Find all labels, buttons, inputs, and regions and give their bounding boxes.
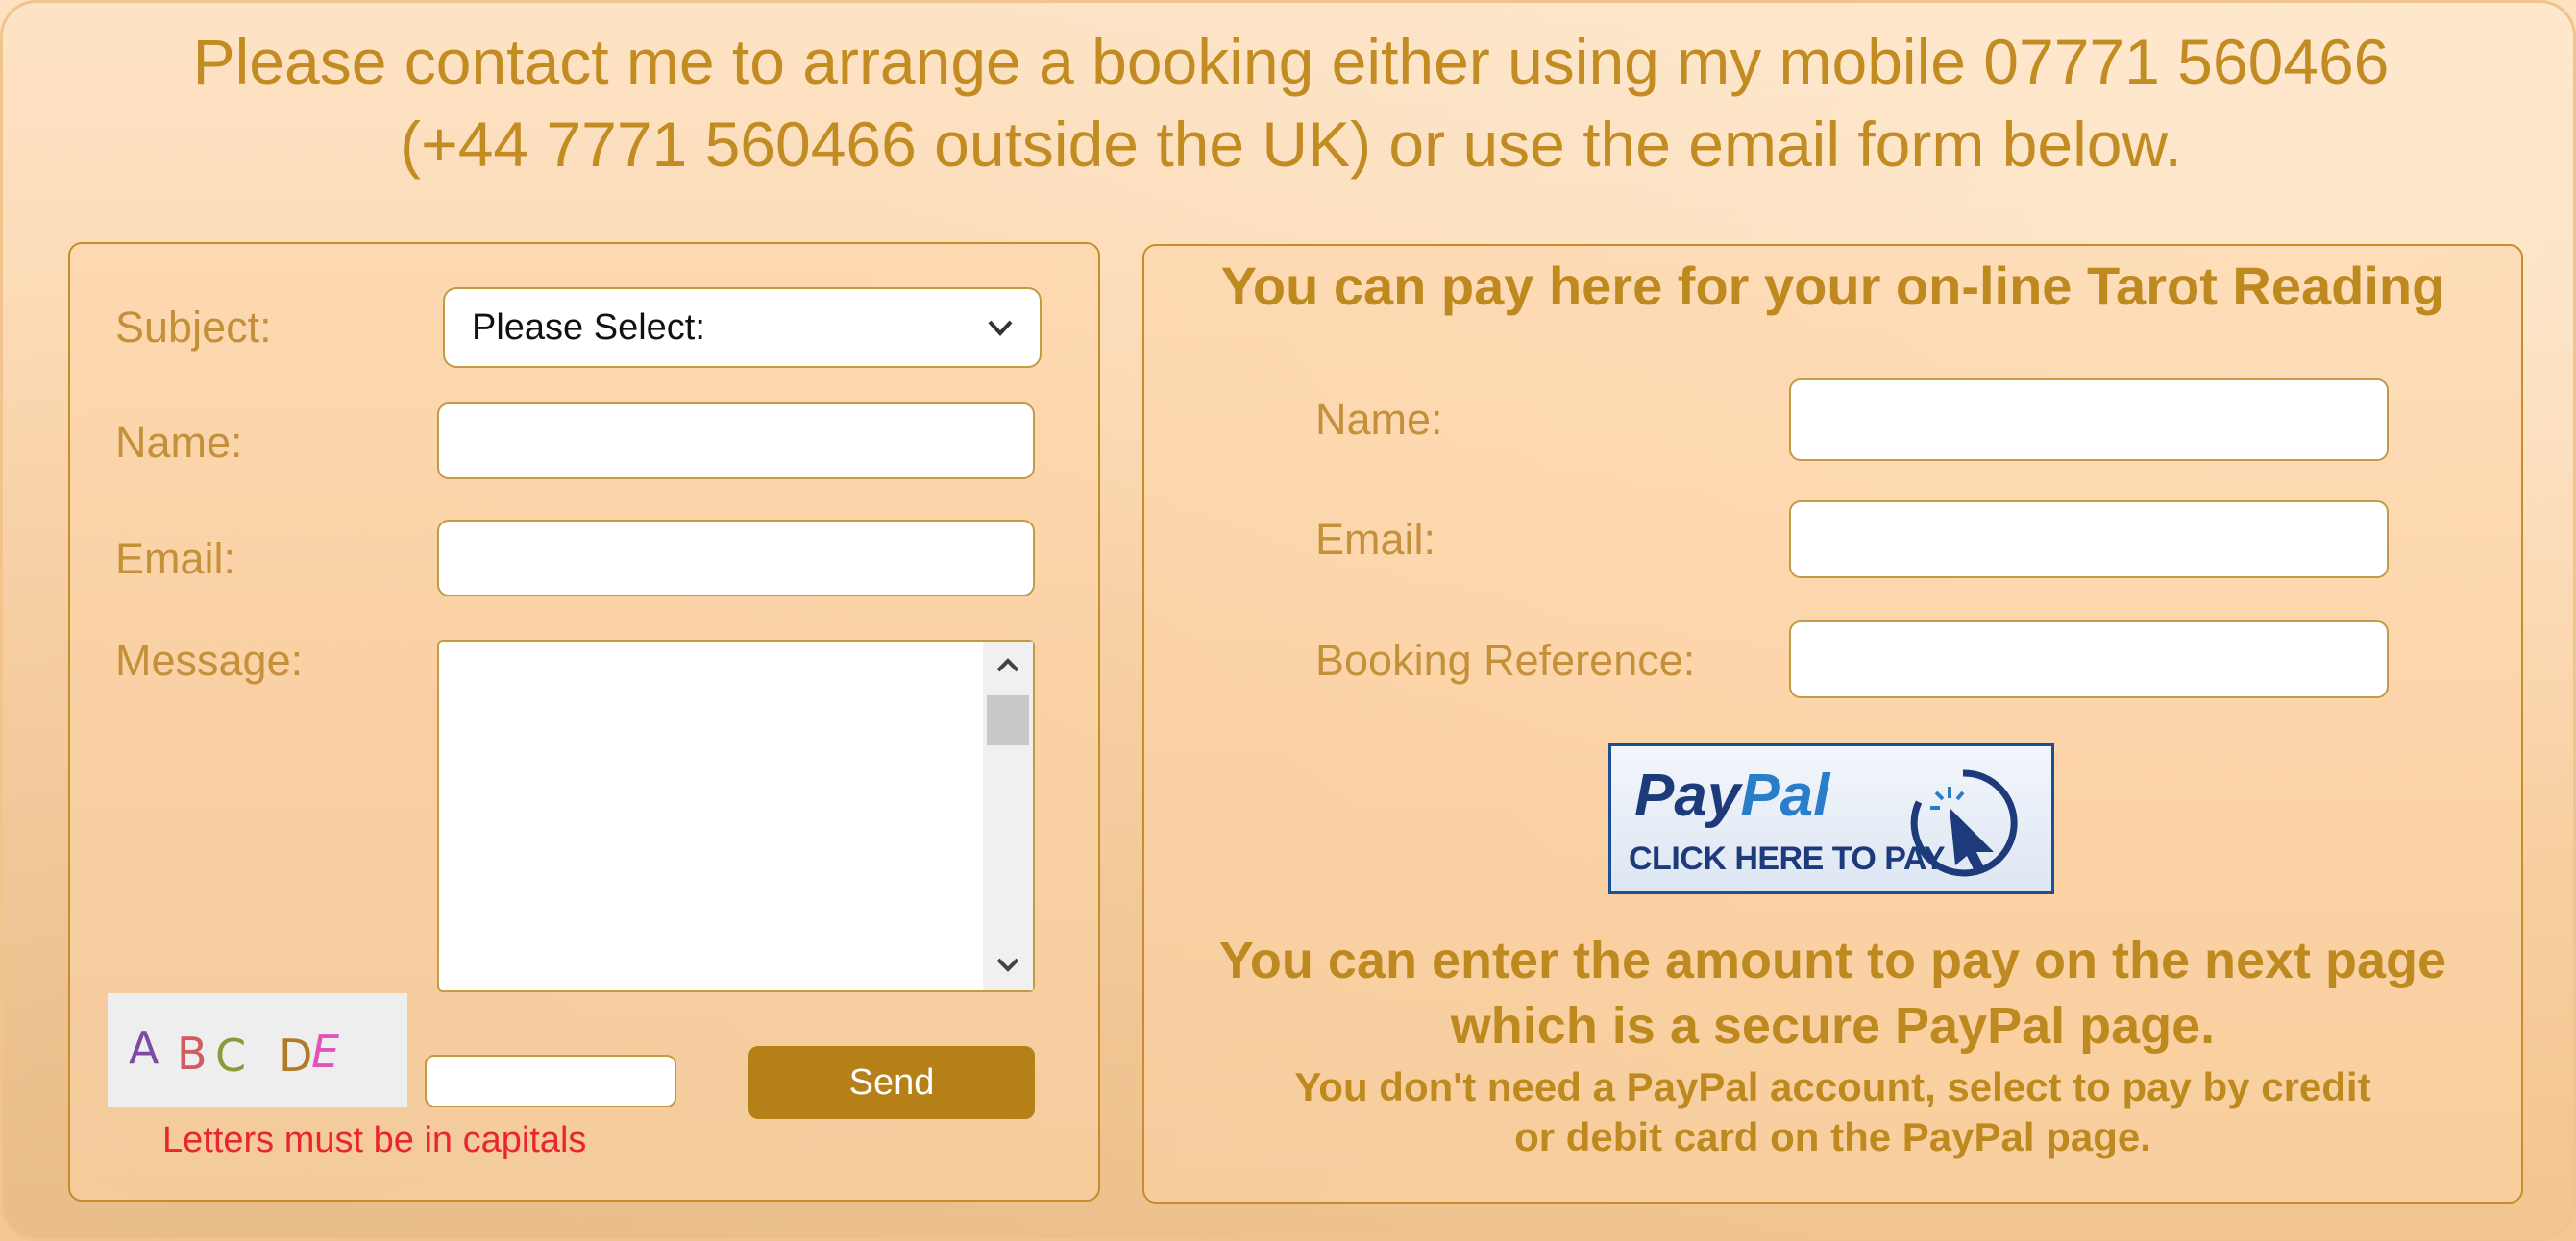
captcha-letter: D <box>279 1030 313 1082</box>
payment-info-line-4: or debit card on the PayPal page. <box>1514 1114 2151 1159</box>
headline-line-2: (+44 7771 560466 outside the UK) or use … <box>400 109 2182 180</box>
paypal-logo-pay: Pay <box>1634 763 1741 829</box>
payment-info-line-1: You can enter the amount to pay on the n… <box>1218 932 2447 989</box>
pay-name-input[interactable] <box>1789 378 2389 461</box>
pay-email-input[interactable] <box>1789 500 2389 578</box>
paypal-logo-pal: Pal <box>1740 763 1830 829</box>
message-textarea[interactable] <box>437 640 1035 992</box>
pay-name-label: Name: <box>1315 395 1443 444</box>
payment-info-main: You can enter the amount to pay on the n… <box>1142 928 2523 1058</box>
message-label: Message: <box>115 636 304 685</box>
pay-email-label: Email: <box>1315 515 1436 564</box>
contact-headline: Please contact me to arrange a booking e… <box>3 20 2573 185</box>
captcha-letter: B <box>177 1028 208 1080</box>
captcha-image: A B C D E <box>108 993 407 1107</box>
payment-info-secondary: You don't need a PayPal account, select … <box>1142 1062 2523 1162</box>
payment-title: You can pay here for your on-line Tarot … <box>1220 256 2445 316</box>
email-label: Email: <box>115 534 236 583</box>
scroll-up-icon[interactable] <box>983 649 1033 682</box>
paypal-cta: CLICK HERE TO PAY <box>1629 840 1946 877</box>
paypal-logo: PayPal <box>1634 762 1829 830</box>
payment-info-line-2: which is a secure PayPal page. <box>1450 997 2216 1055</box>
captcha-letter: C <box>215 1030 247 1082</box>
booking-reference-input[interactable] <box>1789 620 2389 698</box>
subject-select[interactable]: Please Select: <box>443 287 1042 368</box>
subject-select-value: Please Select: <box>472 307 705 348</box>
send-button[interactable]: Send <box>748 1046 1035 1119</box>
chevron-down-icon <box>984 289 1017 392</box>
email-input[interactable] <box>437 520 1035 596</box>
captcha-letter: A <box>129 1022 159 1074</box>
subject-label: Subject: <box>115 303 272 352</box>
name-label: Name: <box>115 418 243 467</box>
captcha-warning: Letters must be in capitals <box>162 1120 587 1160</box>
message-scrollbar[interactable] <box>983 642 1033 990</box>
captcha-input[interactable] <box>425 1055 676 1107</box>
name-input[interactable] <box>437 402 1035 479</box>
headline-line-1: Please contact me to arrange a booking e… <box>192 26 2390 97</box>
scrollbar-thumb[interactable] <box>987 695 1029 745</box>
click-cursor-icon <box>1910 769 2018 877</box>
captcha-letter: E <box>311 1026 340 1078</box>
payment-info-line-3: You don't need a PayPal account, select … <box>1294 1064 2371 1109</box>
scroll-down-icon[interactable] <box>983 950 1033 983</box>
paypal-button[interactable]: PayPal CLICK HERE TO PAY <box>1608 743 2054 894</box>
page-frame: Please contact me to arrange a booking e… <box>0 0 2576 1241</box>
booking-reference-label: Booking Reference: <box>1315 636 1696 685</box>
